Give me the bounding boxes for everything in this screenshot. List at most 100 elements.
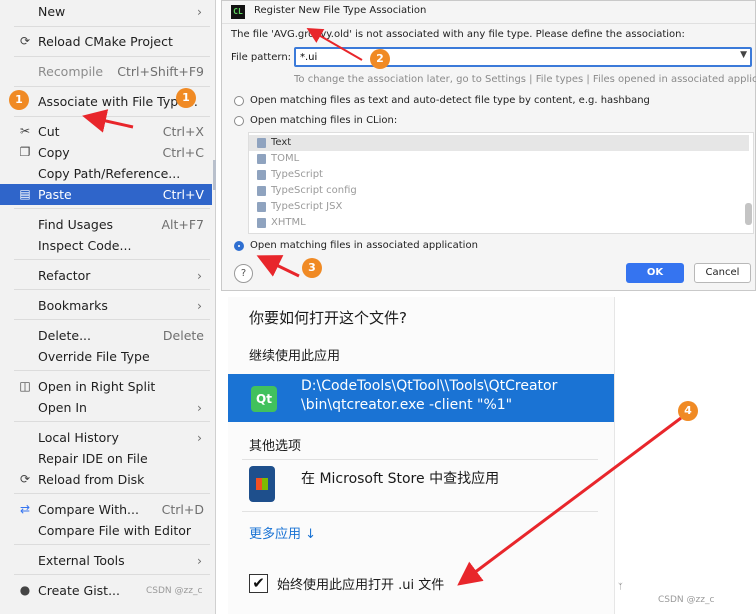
menu-item-open-in[interactable]: Open In › xyxy=(0,397,212,418)
file-pattern-input[interactable] xyxy=(300,50,720,64)
menu-item-find-usages[interactable]: Find Usages Alt+F7 xyxy=(0,214,212,235)
reload-icon: ⟳ xyxy=(19,472,31,486)
menu-divider xyxy=(14,421,210,422)
tsx-file-icon xyxy=(257,202,266,212)
github-icon: ● xyxy=(19,583,31,597)
annotation-badge: 4 xyxy=(678,401,698,421)
menu-item-compare-with-editor[interactable]: Compare File with Editor xyxy=(0,520,212,541)
radio-associated-app[interactable] xyxy=(234,241,244,251)
menu-divider xyxy=(14,574,210,575)
menu-divider xyxy=(14,370,210,371)
chevron-right-icon: › xyxy=(197,298,202,313)
menu-divider xyxy=(14,56,210,57)
radio-auto-detect-label: Open matching files as text and auto-det… xyxy=(250,95,650,106)
menu-item-reload-from-disk[interactable]: ⟳ Reload from Disk xyxy=(0,469,212,490)
always-use-label[interactable]: 始终使用此应用打开 .ui 文件 xyxy=(277,574,444,593)
list-item[interactable]: TypeScript xyxy=(249,167,749,183)
menu-item-bookmarks[interactable]: Bookmarks › xyxy=(0,295,212,316)
menu-divider xyxy=(14,259,210,260)
menu-item-external-tools[interactable]: External Tools › xyxy=(0,550,212,571)
association-hint: To change the association later, go to S… xyxy=(294,74,756,85)
microsoft-store-icon xyxy=(249,466,275,502)
file-pattern-combobox[interactable]: ▼ xyxy=(294,47,752,67)
toml-file-icon xyxy=(257,154,266,164)
menu-divider xyxy=(14,116,210,117)
menu-item-cut[interactable]: ✂ Cut Ctrl+X xyxy=(0,121,212,142)
menu-item-compare-with[interactable]: ⇄ Compare With... Ctrl+D xyxy=(0,499,212,520)
radio-open-in-clion-label: Open matching files in CLion: xyxy=(250,115,398,126)
menu-item-inspect-code[interactable]: Inspect Code... xyxy=(0,235,212,256)
menu-item-override-file-type[interactable]: Override File Type xyxy=(0,346,212,367)
editor-edge-glyph: ᛉ xyxy=(618,582,623,591)
menu-item-recompile[interactable]: Recompile Ctrl+Shift+F9 xyxy=(0,61,212,82)
reload-icon: ⟳ xyxy=(19,34,31,48)
register-file-type-dialog: CL Register New File Type Association Th… xyxy=(221,0,756,291)
store-option[interactable]: 在 Microsoft Store 中查找应用 xyxy=(301,468,499,488)
dialog-titlebar[interactable]: CL Register New File Type Association xyxy=(222,1,755,24)
more-apps-link[interactable]: 更多应用 ↓ xyxy=(249,523,316,542)
list-item[interactable]: TOML xyxy=(249,151,749,167)
clion-logo-icon: CL xyxy=(231,5,245,19)
paste-icon: ▤ xyxy=(19,187,31,201)
radio-open-in-clion[interactable] xyxy=(234,116,244,126)
split-icon: ◫ xyxy=(19,379,31,393)
chevron-right-icon: › xyxy=(197,4,202,19)
menu-item-open-right-split[interactable]: ◫ Open in Right Split xyxy=(0,376,212,397)
list-item[interactable]: TypeScript config xyxy=(249,183,749,199)
editor-background xyxy=(614,297,756,614)
file-pattern-label: File pattern: xyxy=(231,52,292,63)
continue-section-label: 继续使用此应用 xyxy=(249,349,341,364)
ok-button[interactable]: OK xyxy=(626,263,684,283)
menu-item-new[interactable]: New › xyxy=(0,1,212,22)
file-type-list[interactable]: Text TOML TypeScript TypeScript config T… xyxy=(248,132,754,234)
list-scrollbar[interactable] xyxy=(745,203,752,225)
compare-icon: ⇄ xyxy=(19,502,31,516)
list-item[interactable]: XHTML xyxy=(249,215,749,231)
app-path-line1: D:\CodeTools\QtTool\\Tools\QtCreator xyxy=(301,378,558,394)
watermark: CSDN @zz_c xyxy=(658,595,715,605)
always-use-checkbox[interactable]: ✔ xyxy=(249,574,268,593)
menu-divider xyxy=(14,26,210,27)
menu-item-repair-ide[interactable]: Repair IDE on File xyxy=(0,448,212,469)
menu-item-local-history[interactable]: Local History › xyxy=(0,427,212,448)
open-with-title: 你要如何打开这个文件? xyxy=(249,309,407,327)
chevron-right-icon: › xyxy=(197,400,202,415)
copy-icon: ❐ xyxy=(19,145,31,159)
chevron-right-icon: › xyxy=(197,268,202,283)
list-item[interactable]: Text xyxy=(249,135,749,151)
menu-item-copy[interactable]: ❐ Copy Ctrl+C xyxy=(0,142,212,163)
other-options-label: 其他选项 xyxy=(249,439,302,454)
menu-divider xyxy=(14,86,210,87)
chevron-right-icon: › xyxy=(197,430,202,445)
menu-item-refactor[interactable]: Refactor › xyxy=(0,265,212,286)
menu-item-paste[interactable]: ▤ Paste Ctrl+V xyxy=(0,184,212,205)
menu-divider xyxy=(14,319,210,320)
menu-item-reload-cmake[interactable]: ⟳ Reload CMake Project xyxy=(0,31,212,52)
chevron-right-icon: › xyxy=(197,553,202,568)
menu-item-delete[interactable]: Delete... Delete xyxy=(0,325,212,346)
menu-divider xyxy=(14,493,210,494)
annotation-badge: 2 xyxy=(370,49,390,69)
chevron-down-icon[interactable]: ▼ xyxy=(740,50,747,60)
cancel-button[interactable]: Cancel xyxy=(694,263,751,283)
app-option-qtcreator[interactable]: Qt D:\CodeTools\QtTool\\Tools\QtCreator … xyxy=(228,374,614,422)
watermark: CSDN @zz_c xyxy=(146,586,203,596)
text-file-icon xyxy=(257,138,266,148)
app-path-line2: \bin\qtcreator.exe -client "%1" xyxy=(301,397,513,413)
typescript-file-icon xyxy=(257,170,266,180)
typescript-config-icon xyxy=(257,186,266,196)
radio-associated-app-label: Open matching files in associated applic… xyxy=(250,240,478,251)
help-button[interactable]: ? xyxy=(234,264,253,283)
annotation-badge: 3 xyxy=(302,258,322,278)
annotation-badge: 1 xyxy=(176,88,196,108)
open-with-panel: 你要如何打开这个文件? 继续使用此应用 Qt D:\CodeTools\QtTo… xyxy=(228,297,614,614)
list-item[interactable]: TypeScript JSX xyxy=(249,199,749,215)
scissors-icon: ✂ xyxy=(19,124,31,138)
qt-creator-icon: Qt xyxy=(251,386,277,412)
divider xyxy=(242,511,598,512)
dialog-message: The file 'AVG.groovy.old' is not associa… xyxy=(231,29,685,40)
editor-scrollbar[interactable] xyxy=(213,160,216,190)
menu-item-copy-path[interactable]: Copy Path/Reference... xyxy=(0,163,212,184)
radio-auto-detect[interactable] xyxy=(234,96,244,106)
divider xyxy=(242,459,598,460)
